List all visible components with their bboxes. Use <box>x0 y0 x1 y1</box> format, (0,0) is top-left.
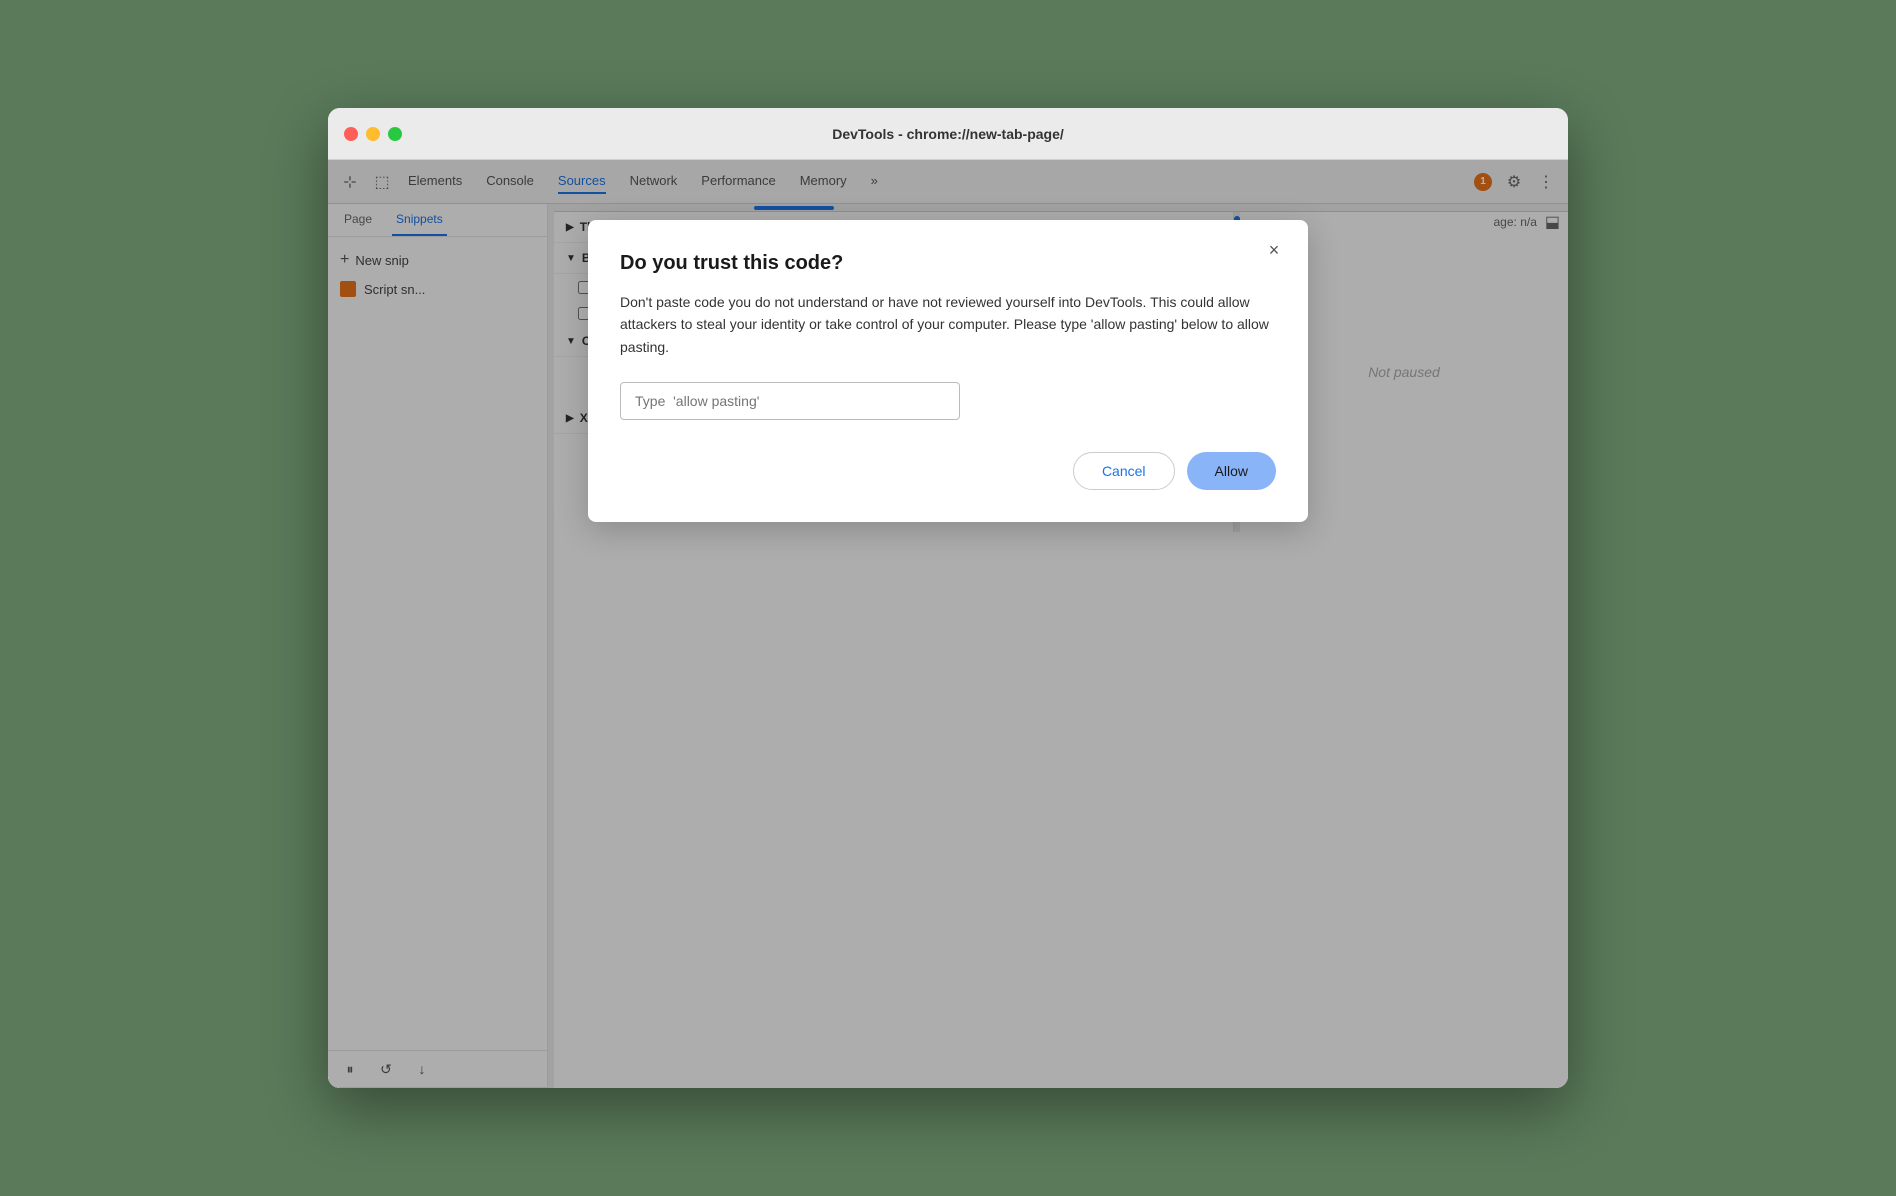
modal-buttons: Cancel Allow <box>620 452 1276 490</box>
modal-close-button[interactable]: × <box>1260 236 1288 264</box>
titlebar: DevTools - chrome://new-tab-page/ <box>328 108 1568 160</box>
window-title: DevTools - chrome://new-tab-page/ <box>832 126 1064 142</box>
modal-title: Do you trust this code? <box>620 252 1276 275</box>
trust-code-modal: × Do you trust this code? Don't paste co… <box>588 220 1308 522</box>
allow-button[interactable]: Allow <box>1187 452 1276 490</box>
devtools-window: DevTools - chrome://new-tab-page/ ⊹ ⬚ El… <box>328 108 1568 1088</box>
devtools-body: ⊹ ⬚ Elements Console Sources Network Per… <box>328 160 1568 1088</box>
cancel-button[interactable]: Cancel <box>1073 452 1175 490</box>
minimize-button[interactable] <box>366 127 380 141</box>
modal-body: Don't paste code you do not understand o… <box>620 291 1276 358</box>
modal-overlay: × Do you trust this code? Don't paste co… <box>328 160 1568 1088</box>
close-button[interactable] <box>344 127 358 141</box>
maximize-button[interactable] <box>388 127 402 141</box>
allow-pasting-input[interactable] <box>620 382 960 420</box>
window-controls <box>344 127 402 141</box>
